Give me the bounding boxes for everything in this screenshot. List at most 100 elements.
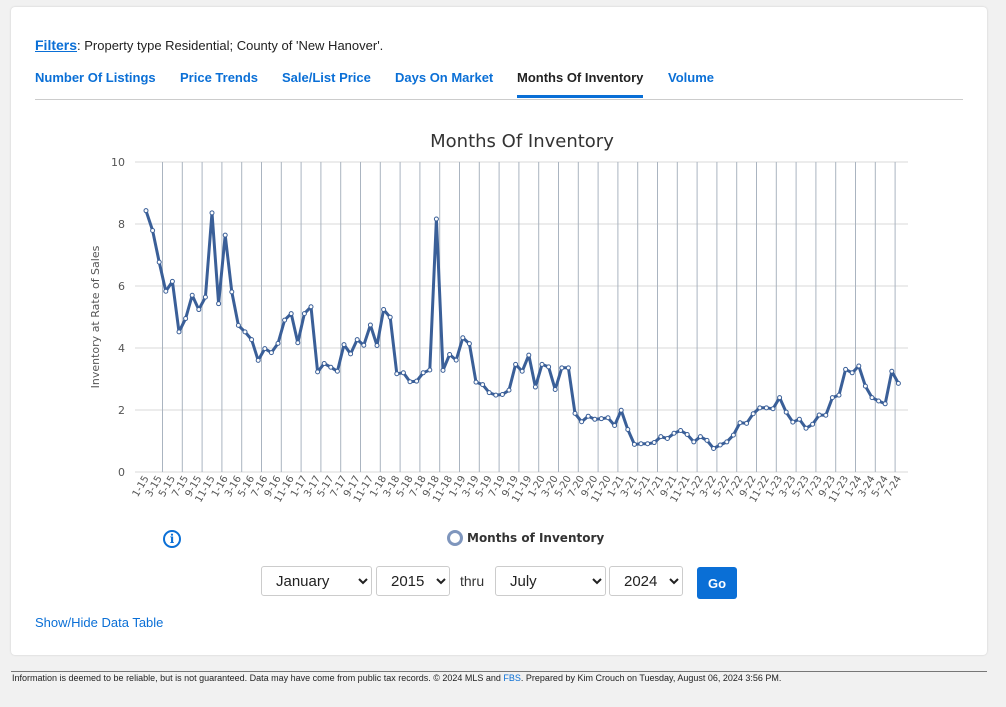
data-point[interactable] bbox=[341, 342, 347, 348]
data-point[interactable] bbox=[559, 365, 565, 371]
data-point[interactable] bbox=[711, 445, 717, 451]
show-hide-data-table-link[interactable]: Show/Hide Data Table bbox=[35, 615, 163, 630]
data-point[interactable] bbox=[183, 316, 189, 322]
data-point[interactable] bbox=[295, 340, 301, 346]
data-point[interactable] bbox=[664, 436, 670, 442]
data-point[interactable] bbox=[328, 364, 334, 370]
data-point[interactable] bbox=[176, 329, 182, 335]
data-point[interactable] bbox=[513, 361, 519, 367]
data-point[interactable] bbox=[889, 368, 895, 374]
data-point[interactable] bbox=[862, 383, 868, 389]
data-point[interactable] bbox=[869, 395, 875, 401]
data-point[interactable] bbox=[169, 278, 175, 284]
data-point[interactable] bbox=[315, 369, 321, 375]
data-point[interactable] bbox=[532, 384, 538, 390]
data-point[interactable] bbox=[275, 340, 281, 346]
data-point[interactable] bbox=[882, 401, 888, 407]
data-point[interactable] bbox=[493, 392, 499, 398]
data-point[interactable] bbox=[229, 289, 235, 295]
data-point[interactable] bbox=[427, 367, 433, 373]
data-point[interactable] bbox=[519, 368, 525, 374]
data-point[interactable] bbox=[196, 307, 202, 313]
data-point[interactable] bbox=[843, 366, 849, 372]
data-point[interactable] bbox=[803, 425, 809, 431]
data-point[interactable] bbox=[163, 288, 169, 294]
data-point[interactable] bbox=[796, 416, 802, 422]
data-point[interactable] bbox=[506, 387, 512, 393]
data-point[interactable] bbox=[249, 337, 255, 343]
data-point[interactable] bbox=[321, 361, 327, 366]
data-point[interactable] bbox=[222, 232, 228, 238]
go-button[interactable]: Go bbox=[697, 567, 737, 599]
data-point[interactable] bbox=[367, 322, 373, 328]
data-point[interactable] bbox=[770, 406, 776, 412]
data-point[interactable] bbox=[836, 392, 842, 398]
data-point[interactable] bbox=[216, 301, 222, 307]
data-point[interactable] bbox=[433, 216, 439, 222]
data-point[interactable] bbox=[684, 431, 690, 437]
data-point[interactable] bbox=[631, 441, 637, 447]
data-point[interactable] bbox=[895, 380, 901, 386]
data-point[interactable] bbox=[645, 441, 651, 447]
start-year-select[interactable]: 2015 bbox=[376, 566, 450, 596]
data-point[interactable] bbox=[235, 322, 241, 328]
data-point[interactable] bbox=[552, 387, 558, 393]
data-point[interactable] bbox=[466, 341, 472, 347]
end-year-select[interactable]: 2024 bbox=[609, 566, 683, 596]
data-point[interactable] bbox=[618, 407, 624, 413]
data-point[interactable] bbox=[400, 370, 406, 376]
data-point[interactable] bbox=[143, 208, 149, 214]
data-point[interactable] bbox=[156, 259, 162, 265]
data-point[interactable] bbox=[810, 421, 816, 427]
data-point[interactable] bbox=[407, 379, 413, 385]
data-point[interactable] bbox=[420, 370, 426, 376]
data-point[interactable] bbox=[348, 351, 354, 357]
data-point[interactable] bbox=[638, 441, 644, 447]
data-point[interactable] bbox=[189, 292, 195, 298]
data-point[interactable] bbox=[823, 412, 829, 418]
data-point[interactable] bbox=[546, 364, 552, 370]
data-point[interactable] bbox=[447, 352, 453, 358]
data-point[interactable] bbox=[658, 434, 664, 440]
data-point[interactable] bbox=[499, 392, 505, 397]
data-point[interactable] bbox=[724, 439, 730, 445]
data-point[interactable] bbox=[651, 440, 657, 446]
data-point[interactable] bbox=[605, 415, 611, 421]
data-point[interactable] bbox=[592, 416, 598, 422]
data-point[interactable] bbox=[790, 419, 796, 425]
data-point[interactable] bbox=[202, 294, 208, 300]
data-point[interactable] bbox=[414, 378, 420, 384]
data-point[interactable] bbox=[387, 314, 393, 320]
data-point[interactable] bbox=[334, 368, 340, 374]
data-point[interactable] bbox=[671, 430, 677, 436]
data-point[interactable] bbox=[737, 420, 743, 426]
data-point[interactable] bbox=[268, 350, 274, 356]
data-point[interactable] bbox=[829, 395, 835, 401]
data-point[interactable] bbox=[744, 420, 750, 426]
data-point[interactable] bbox=[209, 210, 215, 216]
data-point[interactable] bbox=[480, 382, 486, 388]
data-point[interactable] bbox=[242, 329, 248, 335]
data-point[interactable] bbox=[255, 357, 261, 363]
data-point[interactable] bbox=[856, 363, 862, 369]
data-point[interactable] bbox=[572, 410, 578, 416]
data-point[interactable] bbox=[750, 411, 756, 417]
data-point[interactable] bbox=[288, 311, 294, 317]
data-point[interactable] bbox=[374, 343, 380, 349]
data-point[interactable] bbox=[876, 398, 882, 404]
fbs-link[interactable]: FBS bbox=[503, 673, 521, 683]
data-point[interactable] bbox=[678, 427, 684, 433]
data-point[interactable] bbox=[598, 416, 604, 422]
data-point[interactable] bbox=[625, 427, 631, 433]
data-point[interactable] bbox=[473, 379, 479, 385]
data-point[interactable] bbox=[777, 395, 783, 401]
data-point[interactable] bbox=[526, 352, 532, 358]
data-point[interactable] bbox=[565, 365, 571, 371]
data-point[interactable] bbox=[849, 370, 855, 376]
data-point[interactable] bbox=[486, 390, 492, 396]
data-point[interactable] bbox=[150, 228, 156, 234]
data-point[interactable] bbox=[453, 357, 459, 363]
data-point[interactable] bbox=[282, 317, 288, 323]
data-point[interactable] bbox=[783, 409, 789, 415]
data-point[interactable] bbox=[460, 335, 466, 341]
